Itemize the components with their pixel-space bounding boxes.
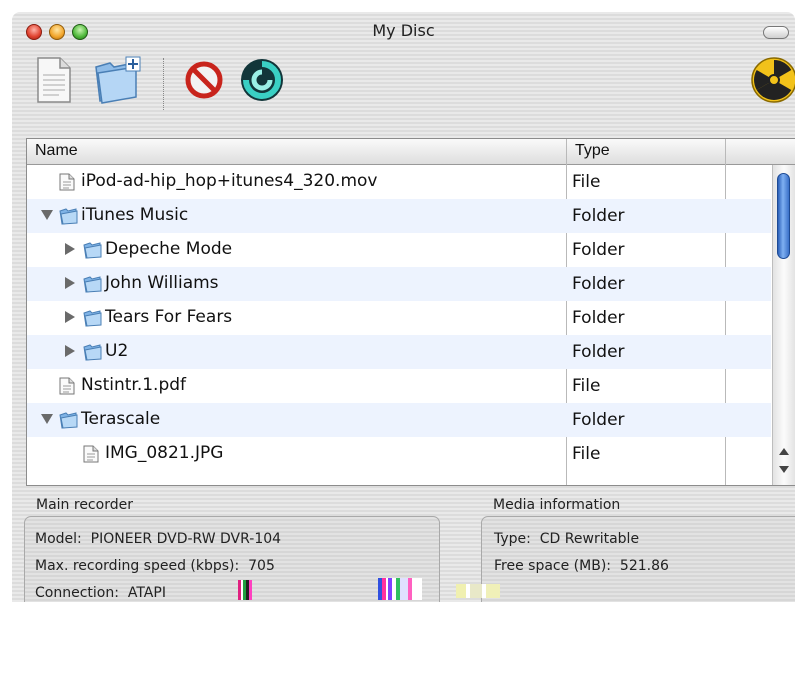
file-name: iTunes Music [81, 205, 189, 225]
media-information-label: Media information [493, 497, 621, 513]
file-name: Terascale [81, 409, 161, 429]
folder-icon [59, 207, 79, 230]
new-file-icon [37, 57, 71, 103]
disclosure-collapsed-icon[interactable] [65, 311, 75, 323]
file-row[interactable]: U2 Folder [27, 335, 771, 369]
file-type: Folder [572, 308, 625, 328]
free-space-label: Free space (MB): [494, 558, 612, 574]
speed-row: Max. recording speed (kbps): 705 [35, 558, 275, 574]
file-row[interactable]: iPod-ad-hip_hop+itunes4_320.mov File [27, 165, 771, 199]
file-type: Folder [572, 240, 625, 260]
connection-row: Connection: ATAPI [35, 585, 166, 601]
file-row[interactable]: Terascale Folder [27, 403, 771, 437]
folder-icon [83, 309, 103, 332]
folder-icon [83, 343, 103, 366]
file-type: File [572, 376, 601, 396]
disclosure-collapsed-icon[interactable] [65, 345, 75, 357]
scroll-up-arrow[interactable] [779, 448, 789, 455]
list-header: Name Type [27, 139, 795, 165]
file-rows: iPod-ad-hip_hop+itunes4_320.mov File iTune… [27, 165, 771, 471]
file-type: Folder [572, 206, 625, 226]
connection-value: ATAPI [127, 585, 166, 601]
disclosure-expanded-icon[interactable] [41, 210, 53, 220]
file-type: File [572, 172, 601, 192]
burn-button[interactable] [746, 52, 795, 108]
file-type: File [572, 444, 601, 464]
column-header-name[interactable]: Name [35, 142, 78, 160]
scroll-thumb[interactable] [777, 173, 790, 259]
file-row[interactable]: Depeche Mode Folder [27, 233, 771, 267]
render-artifact [378, 578, 422, 600]
disclosure-expanded-icon[interactable] [41, 414, 53, 424]
render-artifact [238, 580, 252, 600]
file-name: U2 [105, 341, 129, 361]
file-row[interactable]: Tears For Fears Folder [27, 301, 771, 335]
file-type: Folder [572, 410, 625, 430]
folder-icon [83, 241, 103, 264]
file-icon [83, 445, 99, 468]
file-type: Folder [572, 274, 625, 294]
toolbar-separator [163, 58, 164, 110]
folder-icon [59, 411, 79, 434]
main-recorder-label: Main recorder [36, 497, 133, 513]
new-folder-icon [95, 56, 141, 104]
media-type-label: Type: [494, 531, 531, 547]
speed-label: Max. recording speed (kbps): [35, 558, 240, 574]
delete-icon [185, 61, 223, 99]
column-header-type[interactable]: Type [575, 142, 610, 160]
toolbar-toggle-button[interactable] [763, 26, 789, 39]
scroll-down-arrow[interactable] [779, 466, 789, 473]
file-icon [59, 377, 75, 400]
free-space-value: 521.86 [619, 558, 669, 574]
file-name: Nstintr.1.pdf [81, 375, 187, 395]
disclosure-collapsed-icon[interactable] [65, 243, 75, 255]
new-file-button[interactable] [26, 52, 82, 108]
disclosure-collapsed-icon[interactable] [65, 277, 75, 289]
burn-swirl-button[interactable] [234, 52, 290, 108]
file-row[interactable]: IMG_0821.JPG File [27, 437, 771, 471]
delete-button[interactable] [176, 52, 232, 108]
model-label: Model: [35, 531, 82, 547]
title-bar[interactable]: My Disc [12, 12, 795, 46]
render-artifact [456, 584, 500, 598]
toolbar [12, 46, 795, 126]
vertical-scrollbar[interactable] [772, 165, 795, 485]
window-title: My Disc [372, 21, 435, 40]
media-type-value: CD Rewritable [539, 531, 640, 547]
file-icon [59, 173, 75, 196]
burn-radiation-icon [751, 57, 795, 103]
file-row[interactable]: iTunes Music Folder [27, 199, 771, 233]
media-type-row: Type: CD Rewritable [494, 531, 639, 547]
model-value: PIONEER DVD-RW DVR-104 [90, 531, 282, 547]
file-name: Tears For Fears [105, 307, 233, 327]
file-name: IMG_0821.JPG [105, 443, 224, 463]
free-space-row: Free space (MB): 521.86 [494, 558, 669, 574]
speed-value: 705 [248, 558, 275, 574]
file-row[interactable]: Nstintr.1.pdf File [27, 369, 771, 403]
media-information-box: Type: CD Rewritable Free space (MB): 521… [481, 516, 795, 602]
burn-swirl-icon [241, 59, 283, 101]
folder-icon [83, 275, 103, 298]
file-list[interactable]: Name Type iPod-ad-hip_hop+itunes4_320.mo… [26, 138, 795, 486]
file-name: iPod-ad-hip_hop+itunes4_320.mov [81, 171, 378, 191]
file-name: John Williams [105, 273, 219, 293]
disc-window: My Disc Name Type iPod-ad-hip_hop+itunes… [12, 12, 795, 602]
model-row: Model: PIONEER DVD-RW DVR-104 [35, 531, 281, 547]
file-row[interactable]: John Williams Folder [27, 267, 771, 301]
file-name: Depeche Mode [105, 239, 233, 259]
file-type: Folder [572, 342, 625, 362]
connection-label: Connection: [35, 585, 119, 601]
new-folder-button[interactable] [90, 52, 146, 108]
